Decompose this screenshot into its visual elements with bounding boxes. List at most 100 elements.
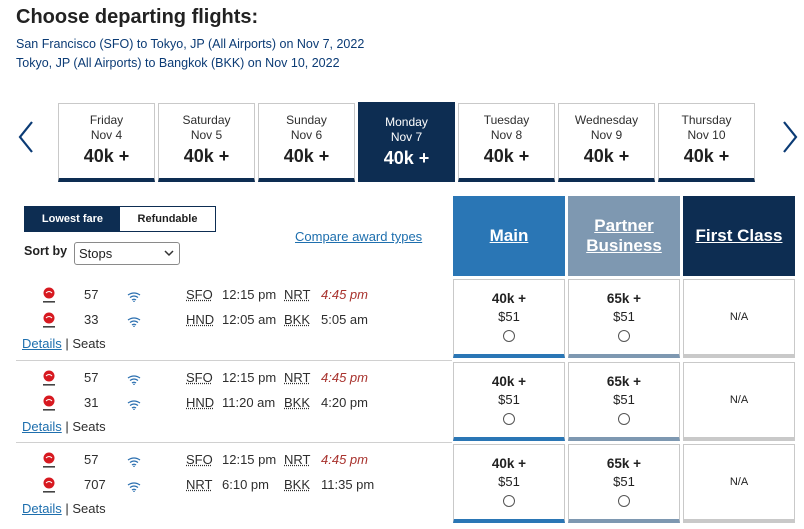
departure-time: 12:05 am: [222, 312, 277, 327]
departure-airport[interactable]: SFO: [186, 287, 213, 302]
first-fare-cell: N/A: [683, 279, 795, 358]
main-fare-cell[interactable]: 40k + $51: [453, 279, 565, 358]
details-link[interactable]: Details: [22, 419, 62, 434]
flight-number: 31: [84, 395, 99, 410]
column-main-label: Main: [489, 226, 529, 245]
arrival-time: 11:35 pm: [321, 477, 375, 492]
main-fare-cell[interactable]: 40k + $51: [453, 362, 565, 441]
link-separator: |: [61, 336, 73, 351]
fare-tax: $51: [613, 309, 635, 324]
fare-radio[interactable]: [618, 495, 630, 507]
date-day: Tuesday: [483, 113, 530, 127]
date-price: 40k +: [183, 146, 230, 166]
jal-logo-icon: [42, 287, 56, 305]
sort-select[interactable]: Stops: [74, 242, 180, 265]
jal-logo-icon: [42, 477, 56, 495]
wifi-icon: [127, 314, 141, 328]
date-price: 40k +: [83, 146, 130, 166]
seats-link[interactable]: Seats: [72, 419, 105, 434]
fare-unavailable: N/A: [729, 394, 749, 406]
flight-number: 33: [84, 312, 99, 327]
fare-radio[interactable]: [618, 330, 630, 342]
jal-logo-icon: [42, 395, 56, 413]
wifi-icon: [127, 372, 141, 386]
link-separator: |: [61, 419, 73, 434]
details-link[interactable]: Details: [22, 336, 62, 351]
date-card[interactable]: Monday Nov 7 40k +: [358, 102, 455, 182]
chevron-left-icon[interactable]: [16, 120, 36, 154]
wifi-icon: [127, 454, 141, 468]
date-card[interactable]: Thursday Nov 10 40k +: [658, 103, 755, 182]
column-first-class[interactable]: First Class: [683, 196, 795, 276]
partner-fare-cell[interactable]: 65k + $51: [568, 444, 680, 523]
departure-airport[interactable]: SFO: [186, 452, 213, 467]
departure-airport[interactable]: SFO: [186, 370, 213, 385]
chevron-right-icon[interactable]: [780, 120, 800, 154]
fare-unavailable: N/A: [729, 476, 749, 488]
date-card[interactable]: Saturday Nov 5 40k +: [158, 103, 255, 182]
flight-number: 57: [84, 452, 99, 467]
page-title: Choose departing flights:: [16, 6, 259, 28]
arrival-airport[interactable]: NRT: [284, 452, 310, 467]
date-price: 40k +: [383, 148, 430, 168]
fare-radio[interactable]: [503, 495, 515, 507]
arrival-airport[interactable]: BKK: [284, 395, 310, 410]
wifi-icon: [127, 289, 141, 303]
departure-time: 12:15 pm: [222, 452, 277, 467]
fare-miles: 65k +: [606, 374, 642, 389]
flight-number: 707: [84, 477, 106, 492]
fare-radio[interactable]: [503, 413, 515, 425]
link-separator: |: [61, 501, 73, 516]
departure-airport[interactable]: HND: [186, 312, 214, 327]
arrival-time: 4:45 pm: [321, 452, 368, 467]
first-fare-cell: N/A: [683, 444, 795, 523]
departure-time: 6:10 pm: [222, 477, 269, 492]
departure-airport[interactable]: HND: [186, 395, 214, 410]
refundable-tab[interactable]: Refundable: [120, 207, 215, 231]
jal-logo-icon: [42, 370, 56, 388]
date-price: 40k +: [683, 146, 730, 166]
column-first-label: First Class: [695, 226, 783, 245]
departure-airport[interactable]: NRT: [186, 477, 212, 492]
date-card[interactable]: Sunday Nov 6 40k +: [258, 103, 355, 182]
seats-link[interactable]: Seats: [72, 501, 105, 516]
row-divider: [16, 442, 452, 443]
details-link[interactable]: Details: [22, 501, 62, 516]
lowest-fare-tab[interactable]: Lowest fare: [25, 207, 120, 231]
date-day: Saturday: [182, 113, 231, 127]
fare-miles: 65k +: [606, 456, 642, 471]
date-value: Nov 6: [290, 128, 323, 142]
date-value: Nov 5: [190, 128, 223, 142]
chevron-down-icon: [164, 250, 174, 257]
fare-tax: $51: [613, 392, 635, 407]
date-day: Wednesday: [574, 113, 639, 127]
date-price: 40k +: [483, 146, 530, 166]
arrival-time: 4:20 pm: [321, 395, 368, 410]
route-outbound: San Francisco (SFO) to Tokyo, JP (All Ai…: [16, 37, 365, 51]
date-card[interactable]: Tuesday Nov 8 40k +: [458, 103, 555, 182]
arrival-time: 4:45 pm: [321, 370, 368, 385]
column-partner-label: Partner Business: [586, 216, 662, 255]
fare-tax: $51: [498, 392, 520, 407]
arrival-airport[interactable]: NRT: [284, 370, 310, 385]
seats-link[interactable]: Seats: [72, 336, 105, 351]
date-day: Monday: [385, 115, 428, 129]
date-card[interactable]: Friday Nov 4 40k +: [58, 103, 155, 182]
fare-miles: 40k +: [491, 456, 527, 471]
partner-fare-cell[interactable]: 65k + $51: [568, 362, 680, 441]
arrival-airport[interactable]: NRT: [284, 287, 310, 302]
compare-award-types-link[interactable]: Compare award types: [295, 229, 422, 244]
date-value: Nov 10: [687, 128, 726, 142]
partner-fare-cell[interactable]: 65k + $51: [568, 279, 680, 358]
fare-radio[interactable]: [503, 330, 515, 342]
date-card[interactable]: Wednesday Nov 9 40k +: [558, 103, 655, 182]
fare-radio[interactable]: [618, 413, 630, 425]
date-price: 40k +: [283, 146, 330, 166]
sort-label: Sort by: [24, 244, 68, 258]
column-partner-business[interactable]: Partner Business: [568, 196, 680, 276]
column-main[interactable]: Main: [453, 196, 565, 276]
route-connection: Tokyo, JP (All Airports) to Bangkok (BKK…: [16, 56, 340, 70]
arrival-airport[interactable]: BKK: [284, 312, 310, 327]
main-fare-cell[interactable]: 40k + $51: [453, 444, 565, 523]
arrival-airport[interactable]: BKK: [284, 477, 310, 492]
